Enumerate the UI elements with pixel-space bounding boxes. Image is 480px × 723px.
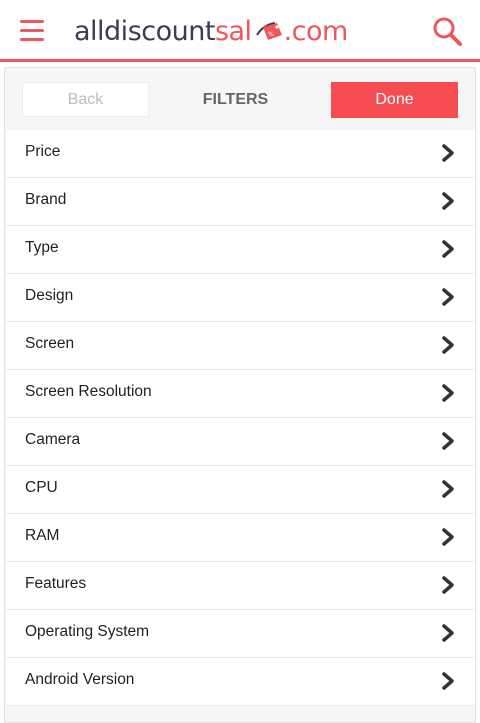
done-button[interactable]: Done bbox=[331, 82, 458, 118]
chevron-right-icon bbox=[442, 240, 454, 258]
chevron-right-icon bbox=[442, 672, 454, 690]
filter-row[interactable]: Screen bbox=[6, 322, 475, 370]
logo-domain: .com bbox=[283, 15, 349, 47]
filter-row[interactable]: Type bbox=[6, 226, 475, 274]
chevron-right-icon bbox=[442, 432, 454, 450]
filter-row[interactable]: RAM bbox=[6, 514, 475, 562]
filter-label: Type bbox=[25, 239, 59, 256]
filter-label: RAM bbox=[25, 527, 60, 544]
filter-label: Brand bbox=[25, 191, 67, 208]
chevron-right-icon bbox=[442, 336, 454, 354]
filter-label: Screen bbox=[25, 335, 75, 352]
chevron-right-icon bbox=[442, 288, 454, 306]
chevron-right-icon bbox=[442, 192, 454, 210]
filter-row[interactable]: Features bbox=[6, 562, 475, 610]
filter-label: CPU bbox=[25, 479, 58, 496]
filter-row[interactable]: CPU bbox=[6, 466, 475, 514]
filter-label: Design bbox=[25, 287, 74, 304]
filter-row[interactable]: Screen Resolution bbox=[6, 370, 475, 418]
filter-label: Android Version bbox=[25, 671, 135, 688]
chevron-right-icon bbox=[442, 480, 454, 498]
site-logo[interactable]: alldiscount sal % .com bbox=[74, 12, 348, 50]
filter-row[interactable]: Operating System bbox=[6, 610, 475, 658]
filter-label: Operating System bbox=[25, 623, 150, 640]
chevron-right-icon bbox=[442, 144, 454, 162]
filter-row[interactable]: Design bbox=[6, 274, 475, 322]
filter-row[interactable]: Price bbox=[6, 130, 475, 178]
filter-list: Price Brand Type Design Screen Screen Resolut… bbox=[6, 130, 475, 706]
chevron-right-icon bbox=[442, 528, 454, 546]
filter-label: Features bbox=[25, 575, 87, 592]
chevron-right-icon bbox=[442, 384, 454, 402]
filters-title: FILTERS bbox=[202, 90, 269, 108]
back-button[interactable]: Back bbox=[22, 82, 149, 117]
site-header: alldiscount sal % .com bbox=[0, 0, 480, 62]
logo-text-red: sal bbox=[214, 15, 252, 47]
price-tag-icon: % bbox=[255, 22, 282, 40]
filter-row[interactable]: Brand bbox=[6, 178, 475, 226]
chevron-right-icon bbox=[442, 624, 454, 642]
chevron-right-icon bbox=[442, 576, 454, 594]
hamburger-menu-icon[interactable] bbox=[20, 20, 44, 42]
search-icon[interactable] bbox=[432, 16, 462, 46]
filter-label: Camera bbox=[25, 431, 81, 448]
filters-panel: Back FILTERS Done Price Brand Type Design Sc… bbox=[4, 67, 476, 723]
filters-toolbar: Back FILTERS Done bbox=[5, 68, 475, 130]
filter-row[interactable]: Android Version bbox=[6, 658, 475, 706]
filter-label: Screen Resolution bbox=[25, 383, 152, 400]
filter-label: Price bbox=[25, 143, 61, 160]
filter-row[interactable]: Camera bbox=[6, 418, 475, 466]
logo-text-dark: alldiscount bbox=[74, 15, 215, 47]
svg-text:%: % bbox=[268, 31, 274, 38]
